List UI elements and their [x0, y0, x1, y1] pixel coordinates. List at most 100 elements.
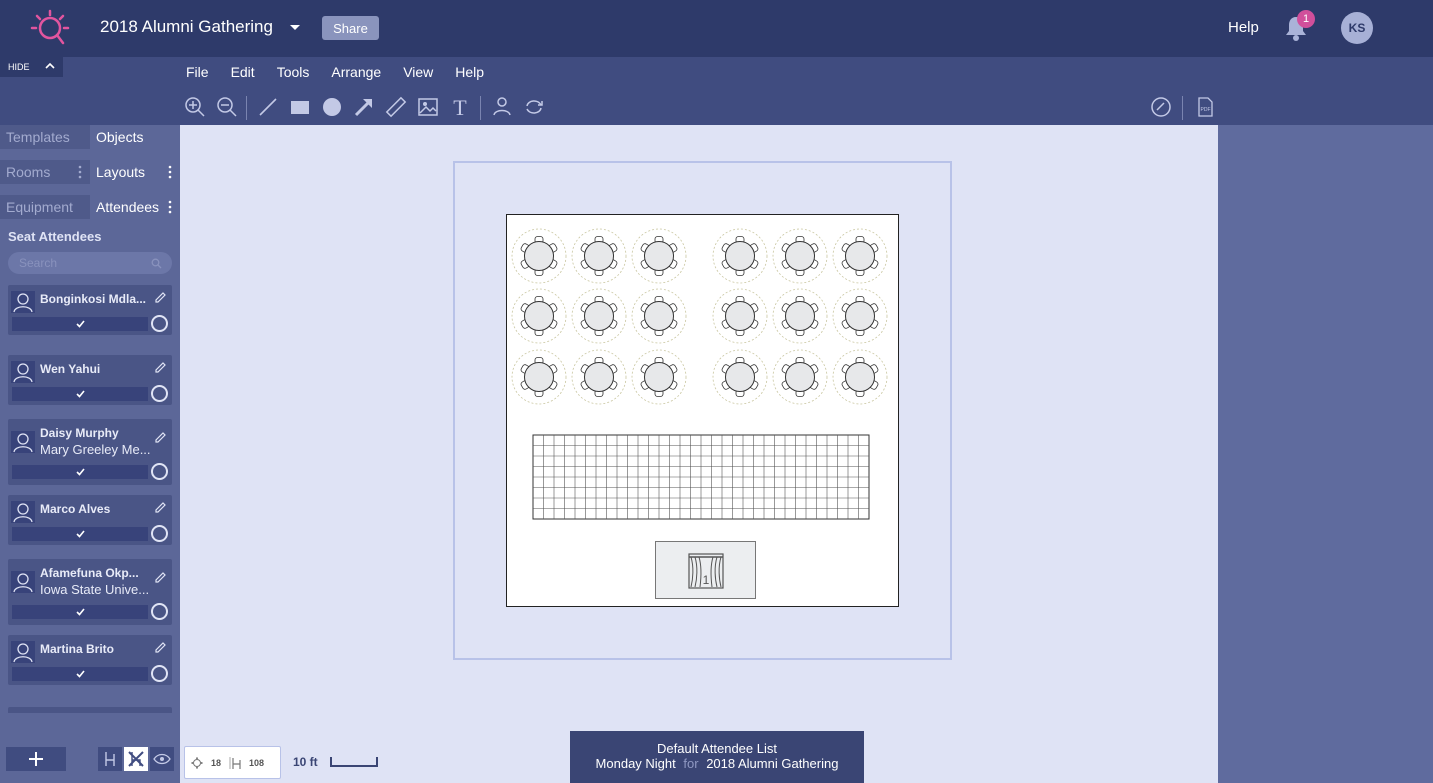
- select-circle[interactable]: [151, 665, 168, 682]
- document-title[interactable]: 2018 Alumni Gathering: [100, 17, 273, 37]
- select-circle[interactable]: [151, 525, 168, 542]
- attendee-name: Martina Brito: [40, 642, 115, 656]
- person-icon: [11, 571, 35, 593]
- seat-status-bar[interactable]: [12, 465, 148, 479]
- list-context: Monday Night for 2018 Alumni Gathering: [570, 756, 864, 771]
- hide-label: HIDE: [8, 62, 30, 72]
- tab-row-1: Templates Objects: [0, 125, 180, 149]
- edit-pencil-icon[interactable]: [154, 501, 167, 514]
- select-circle[interactable]: [151, 385, 168, 402]
- help-link[interactable]: Help: [1228, 19, 1259, 36]
- unseat-filter-icon[interactable]: [124, 747, 148, 771]
- seat-count: 108: [249, 757, 265, 768]
- user-avatar[interactable]: KS: [1341, 12, 1373, 44]
- person-icon: [11, 431, 35, 453]
- attendee-card[interactable]: [8, 707, 172, 713]
- app-logo-icon[interactable]: [28, 8, 72, 50]
- zoom-in-icon[interactable]: [182, 94, 208, 120]
- select-circle[interactable]: [151, 463, 168, 480]
- attendee-card[interactable]: Martina Brito: [8, 635, 172, 685]
- attendee-name: Marco Alves: [40, 502, 111, 516]
- person-icon: [11, 641, 35, 663]
- seat-status-bar[interactable]: [12, 667, 148, 681]
- rooms-kebab-icon[interactable]: [77, 165, 83, 179]
- object-counter: 18 108: [184, 746, 281, 779]
- arrow-icon[interactable]: [351, 94, 377, 120]
- zoom-out-icon[interactable]: [214, 94, 240, 120]
- share-button[interactable]: Share: [322, 16, 379, 40]
- hide-panel-button[interactable]: HIDE: [0, 57, 63, 77]
- seat-status-bar[interactable]: [12, 527, 148, 541]
- menu-view[interactable]: View: [403, 64, 433, 80]
- checkmark-icon: [75, 390, 85, 398]
- event-label: 2018 Alumni Gathering: [706, 756, 839, 771]
- seat-person-icon[interactable]: [489, 94, 515, 120]
- tab-objects[interactable]: Objects: [90, 125, 180, 149]
- layouts-kebab-icon[interactable]: [167, 165, 173, 179]
- right-panel: [1218, 125, 1433, 783]
- person-icon: [11, 501, 35, 523]
- attendee-name: Daisy Murphy: [40, 426, 119, 440]
- menu-bar: File Edit Tools Arrange View Help: [186, 64, 506, 80]
- for-word: for: [683, 756, 699, 771]
- person-icon: [11, 361, 35, 383]
- search-input[interactable]: [8, 252, 172, 274]
- checkmark-icon: [75, 670, 85, 678]
- tab-row-2: Rooms Layouts: [0, 160, 180, 184]
- tab-equipment[interactable]: Equipment: [0, 195, 90, 219]
- image-icon[interactable]: [415, 94, 441, 120]
- link-icon[interactable]: [1148, 94, 1174, 120]
- select-circle[interactable]: [151, 315, 168, 332]
- checkmark-icon: [75, 608, 85, 616]
- list-name: Default Attendee List: [657, 741, 777, 756]
- edit-pencil-icon[interactable]: [154, 291, 167, 304]
- tab-templates[interactable]: Templates: [0, 125, 90, 149]
- stage-object[interactable]: 1: [655, 541, 756, 599]
- add-attendee-button[interactable]: [6, 747, 66, 771]
- scale-bar: [330, 757, 378, 767]
- attendee-card[interactable]: Bonginkosi Mdla...: [8, 285, 172, 335]
- search-icon[interactable]: [151, 258, 162, 269]
- rectangle-icon[interactable]: [287, 94, 313, 120]
- edit-pencil-icon[interactable]: [154, 571, 167, 584]
- attendee-list-info[interactable]: Default Attendee List Monday Night for 2…: [570, 731, 864, 783]
- edit-pencil-icon[interactable]: [154, 431, 167, 444]
- pdf-icon[interactable]: PDF: [1192, 94, 1218, 120]
- attendees-kebab-icon[interactable]: [167, 200, 173, 214]
- seat-status-bar[interactable]: [12, 387, 148, 401]
- checkmark-icon: [75, 468, 85, 476]
- line-icon[interactable]: [255, 94, 281, 120]
- menu-file[interactable]: File: [186, 64, 209, 80]
- select-circle[interactable]: [151, 603, 168, 620]
- attendee-card[interactable]: Afamefuna Okp... Iowa State Unive...: [8, 559, 172, 625]
- tool-separator: [246, 96, 247, 120]
- rotate-icon[interactable]: [521, 94, 547, 120]
- menu-arrange[interactable]: Arrange: [331, 64, 381, 80]
- menu-edit[interactable]: Edit: [231, 64, 255, 80]
- edit-pencil-icon[interactable]: [154, 641, 167, 654]
- menu-tools[interactable]: Tools: [277, 64, 310, 80]
- seat-status-bar[interactable]: [12, 317, 148, 331]
- text-icon[interactable]: T: [447, 94, 473, 120]
- chevron-up-icon: [45, 62, 55, 69]
- chair-filter-icon[interactable]: [98, 747, 122, 771]
- attendee-card[interactable]: Marco Alves: [8, 495, 172, 545]
- checkmark-icon: [75, 530, 85, 538]
- ruler-icon[interactable]: [383, 94, 409, 120]
- section-title: Seat Attendees: [8, 229, 102, 244]
- seat-count-icon: [229, 756, 241, 769]
- stage-curtain-icon: 1: [688, 553, 724, 589]
- seat-status-bar[interactable]: [12, 605, 148, 619]
- attendee-name: Bonginkosi Mdla...: [40, 292, 147, 306]
- attendee-card[interactable]: Wen Yahui: [8, 355, 172, 405]
- attendee-list: Bonginkosi Mdla... Wen Yahui Daisy Murph…: [0, 285, 180, 713]
- eye-icon[interactable]: [150, 747, 174, 771]
- person-icon: [11, 291, 35, 313]
- circle-icon[interactable]: [319, 94, 345, 120]
- title-dropdown-icon[interactable]: [288, 19, 302, 35]
- menu-help[interactable]: Help: [455, 64, 484, 80]
- attendee-organization: Mary Greeley Me...: [40, 442, 151, 457]
- edit-pencil-icon[interactable]: [154, 361, 167, 374]
- svg-text:T: T: [453, 96, 467, 118]
- attendee-card[interactable]: Daisy Murphy Mary Greeley Me...: [8, 419, 172, 485]
